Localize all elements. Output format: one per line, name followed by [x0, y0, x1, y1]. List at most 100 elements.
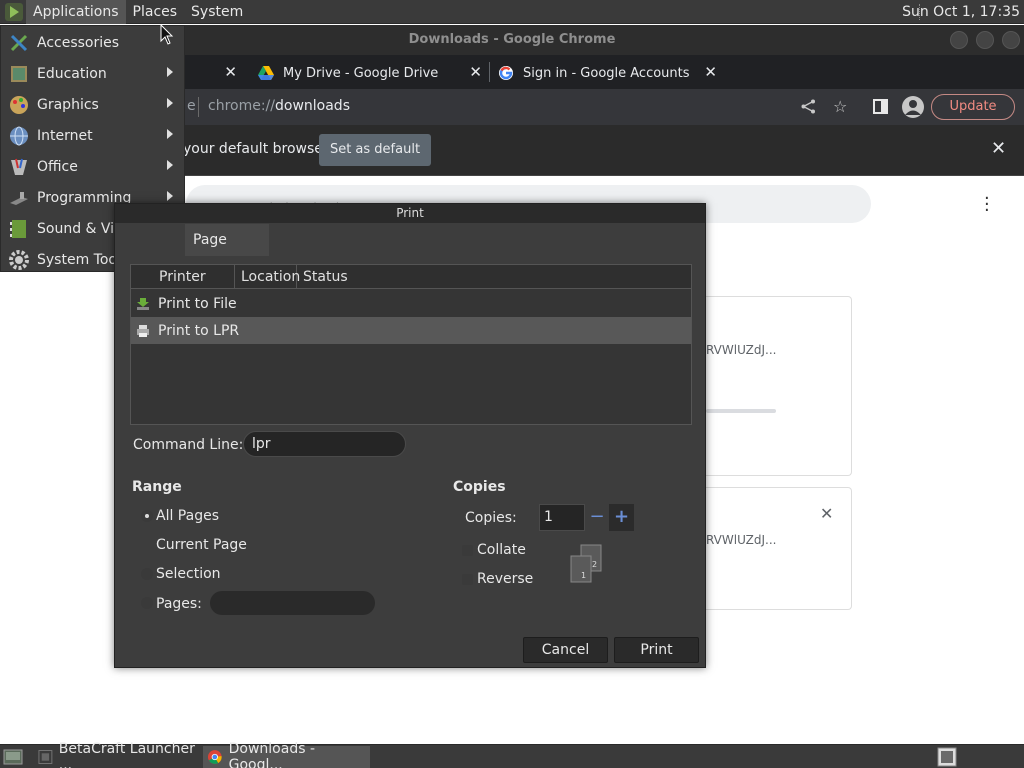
column-location[interactable]: Location	[235, 265, 300, 289]
tab-close-icon[interactable]: ✕	[704, 63, 717, 81]
bookmark-star-icon[interactable]: ☆	[833, 97, 847, 116]
remove-download-close-icon[interactable]: ✕	[820, 504, 833, 523]
show-desktop-icon[interactable]	[3, 749, 23, 765]
menu-item-graphics[interactable]: Graphics	[1, 89, 184, 120]
copies-input[interactable]: 1	[539, 504, 585, 531]
top-panel: Applications Places System Sun Oct 1, 17…	[0, 0, 1024, 24]
range-option-label[interactable]: All Pages	[156, 508, 219, 524]
copies-label: Copies:	[465, 510, 517, 526]
submenu-arrow-icon	[167, 191, 173, 201]
radio-all-pages[interactable]	[141, 510, 153, 522]
tab-sign-in[interactable]: Sign in - Google Accounts ✕	[490, 57, 725, 89]
range-option-label[interactable]: Selection	[156, 566, 221, 582]
menu-item-office[interactable]: Office	[1, 151, 184, 182]
cancel-button[interactable]: Cancel	[523, 637, 608, 663]
menu-item-label: Graphics	[37, 96, 99, 113]
print-dialog-title[interactable]: Print	[115, 204, 705, 223]
reverse-checkbox[interactable]	[462, 574, 473, 585]
places-menu[interactable]: Places	[126, 0, 185, 24]
task-label: BetaCraft Launcher ...	[58, 741, 195, 768]
copies-increment-plus-icon[interactable]: +	[609, 504, 634, 531]
tab-page-setup[interactable]: Page Setup	[185, 224, 269, 280]
reverse-label[interactable]: Reverse	[477, 571, 533, 587]
system-menu[interactable]: System	[184, 0, 250, 24]
side-panel-icon[interactable]	[873, 99, 888, 114]
share-icon[interactable]	[801, 99, 816, 114]
pages-range-input[interactable]	[210, 591, 375, 615]
radio-pages[interactable]	[141, 597, 153, 609]
download-filename[interactable]: RVWlUZdJ...	[706, 343, 776, 357]
tab-downloads[interactable]: ✕	[185, 57, 245, 89]
programming-icon	[10, 191, 28, 205]
column-printer[interactable]: Printer	[153, 265, 235, 289]
sound-video-icon	[10, 219, 26, 238]
tab-my-drive[interactable]: My Drive - Google Drive ✕	[250, 57, 490, 89]
download-progress-bar	[706, 409, 776, 413]
range-option-label[interactable]: Current Page	[156, 537, 247, 553]
applications-menu[interactable]: Applications	[26, 0, 126, 24]
copies-decrement-minus-icon[interactable]: −	[587, 504, 607, 531]
download-filename[interactable]: RVWlUZdJ...	[706, 533, 776, 547]
profile-avatar-icon[interactable]	[902, 96, 924, 118]
accessories-icon	[10, 34, 28, 51]
close-window-button[interactable]	[1002, 31, 1020, 49]
column-status[interactable]: Status	[297, 265, 691, 289]
task-downloads-chrome[interactable]: Downloads - Googl...	[203, 741, 370, 768]
printer-row-print-to-file[interactable]: Print to File	[131, 290, 691, 317]
update-button[interactable]: Update	[931, 94, 1015, 120]
menu-item-label: Accessories	[37, 34, 120, 51]
submenu-arrow-icon	[167, 129, 173, 139]
range-option-label[interactable]: Pages:	[156, 596, 202, 612]
printer-icon	[137, 324, 149, 337]
url-scheme: chrome://	[208, 98, 275, 114]
command-line-input[interactable]: lpr	[243, 431, 406, 457]
infobar-close-icon[interactable]: ✕	[991, 138, 1006, 159]
workspace-switcher-icon[interactable]	[937, 747, 957, 767]
download-item: RVWlUZdJ... ✕	[700, 487, 852, 610]
maximize-button[interactable]	[976, 31, 994, 49]
printer-name: Print to File	[158, 295, 237, 312]
mouse-cursor-icon	[160, 24, 174, 45]
printer-row-print-to-lpr[interactable]: Print to LPR	[131, 317, 691, 344]
betacraft-icon	[38, 750, 53, 764]
menu-item-internet[interactable]: Internet	[1, 120, 184, 151]
applications-logo-icon	[5, 2, 23, 21]
submenu-arrow-icon	[167, 67, 173, 77]
task-betacraft-launcher[interactable]: BetaCraft Launcher ...	[34, 741, 201, 768]
download-item: RVWlUZdJ...	[700, 296, 852, 476]
infobar-text: your default browser	[183, 141, 329, 157]
print-dialog: Print Page Setup Printer Location Status…	[114, 203, 706, 668]
menu-item-label: Office	[37, 158, 78, 175]
print-button[interactable]: Print	[614, 637, 699, 663]
collate-pages-icon: 1 2	[570, 544, 602, 583]
printer-name: Print to LPR	[158, 322, 240, 339]
task-label: Downloads - Googl...	[228, 741, 315, 768]
omnibox-separator	[198, 97, 199, 117]
range-title: Range	[132, 479, 182, 495]
collate-page-number: 2	[592, 560, 597, 569]
submenu-arrow-icon	[167, 160, 173, 170]
clock[interactable]: Sun Oct 1, 17:35	[902, 0, 1020, 24]
menu-item-accessories[interactable]: Accessories	[1, 27, 184, 58]
command-line-label: Command Line:	[133, 437, 244, 453]
tab-label: My Drive - Google Drive	[283, 65, 439, 81]
internet-icon	[10, 126, 28, 145]
copies-title: Copies	[453, 479, 506, 495]
minimize-button[interactable]	[950, 31, 968, 49]
url-host: downloads	[275, 98, 350, 114]
google-icon	[499, 66, 513, 80]
set-as-default-button[interactable]: Set as default	[319, 134, 431, 166]
tab-close-icon[interactable]: ✕	[224, 63, 237, 81]
menu-item-education[interactable]: Education	[1, 58, 184, 89]
collate-label[interactable]: Collate	[477, 542, 526, 558]
more-options-kebab-icon[interactable]: · · ·	[984, 190, 990, 220]
radio-selection[interactable]	[141, 568, 153, 580]
omnibox-url[interactable]: chrome://downloads	[208, 98, 350, 114]
printer-list: Printer Location Status Print to File Pr…	[130, 264, 692, 425]
bottom-taskbar: BetaCraft Launcher ... Downloads - Googl…	[0, 741, 1024, 768]
menu-item-label: Internet	[37, 127, 93, 144]
collate-page-number: 1	[581, 571, 586, 580]
tab-separator	[489, 62, 490, 82]
tab-close-icon[interactable]: ✕	[469, 63, 482, 81]
collate-checkbox[interactable]	[462, 545, 473, 556]
